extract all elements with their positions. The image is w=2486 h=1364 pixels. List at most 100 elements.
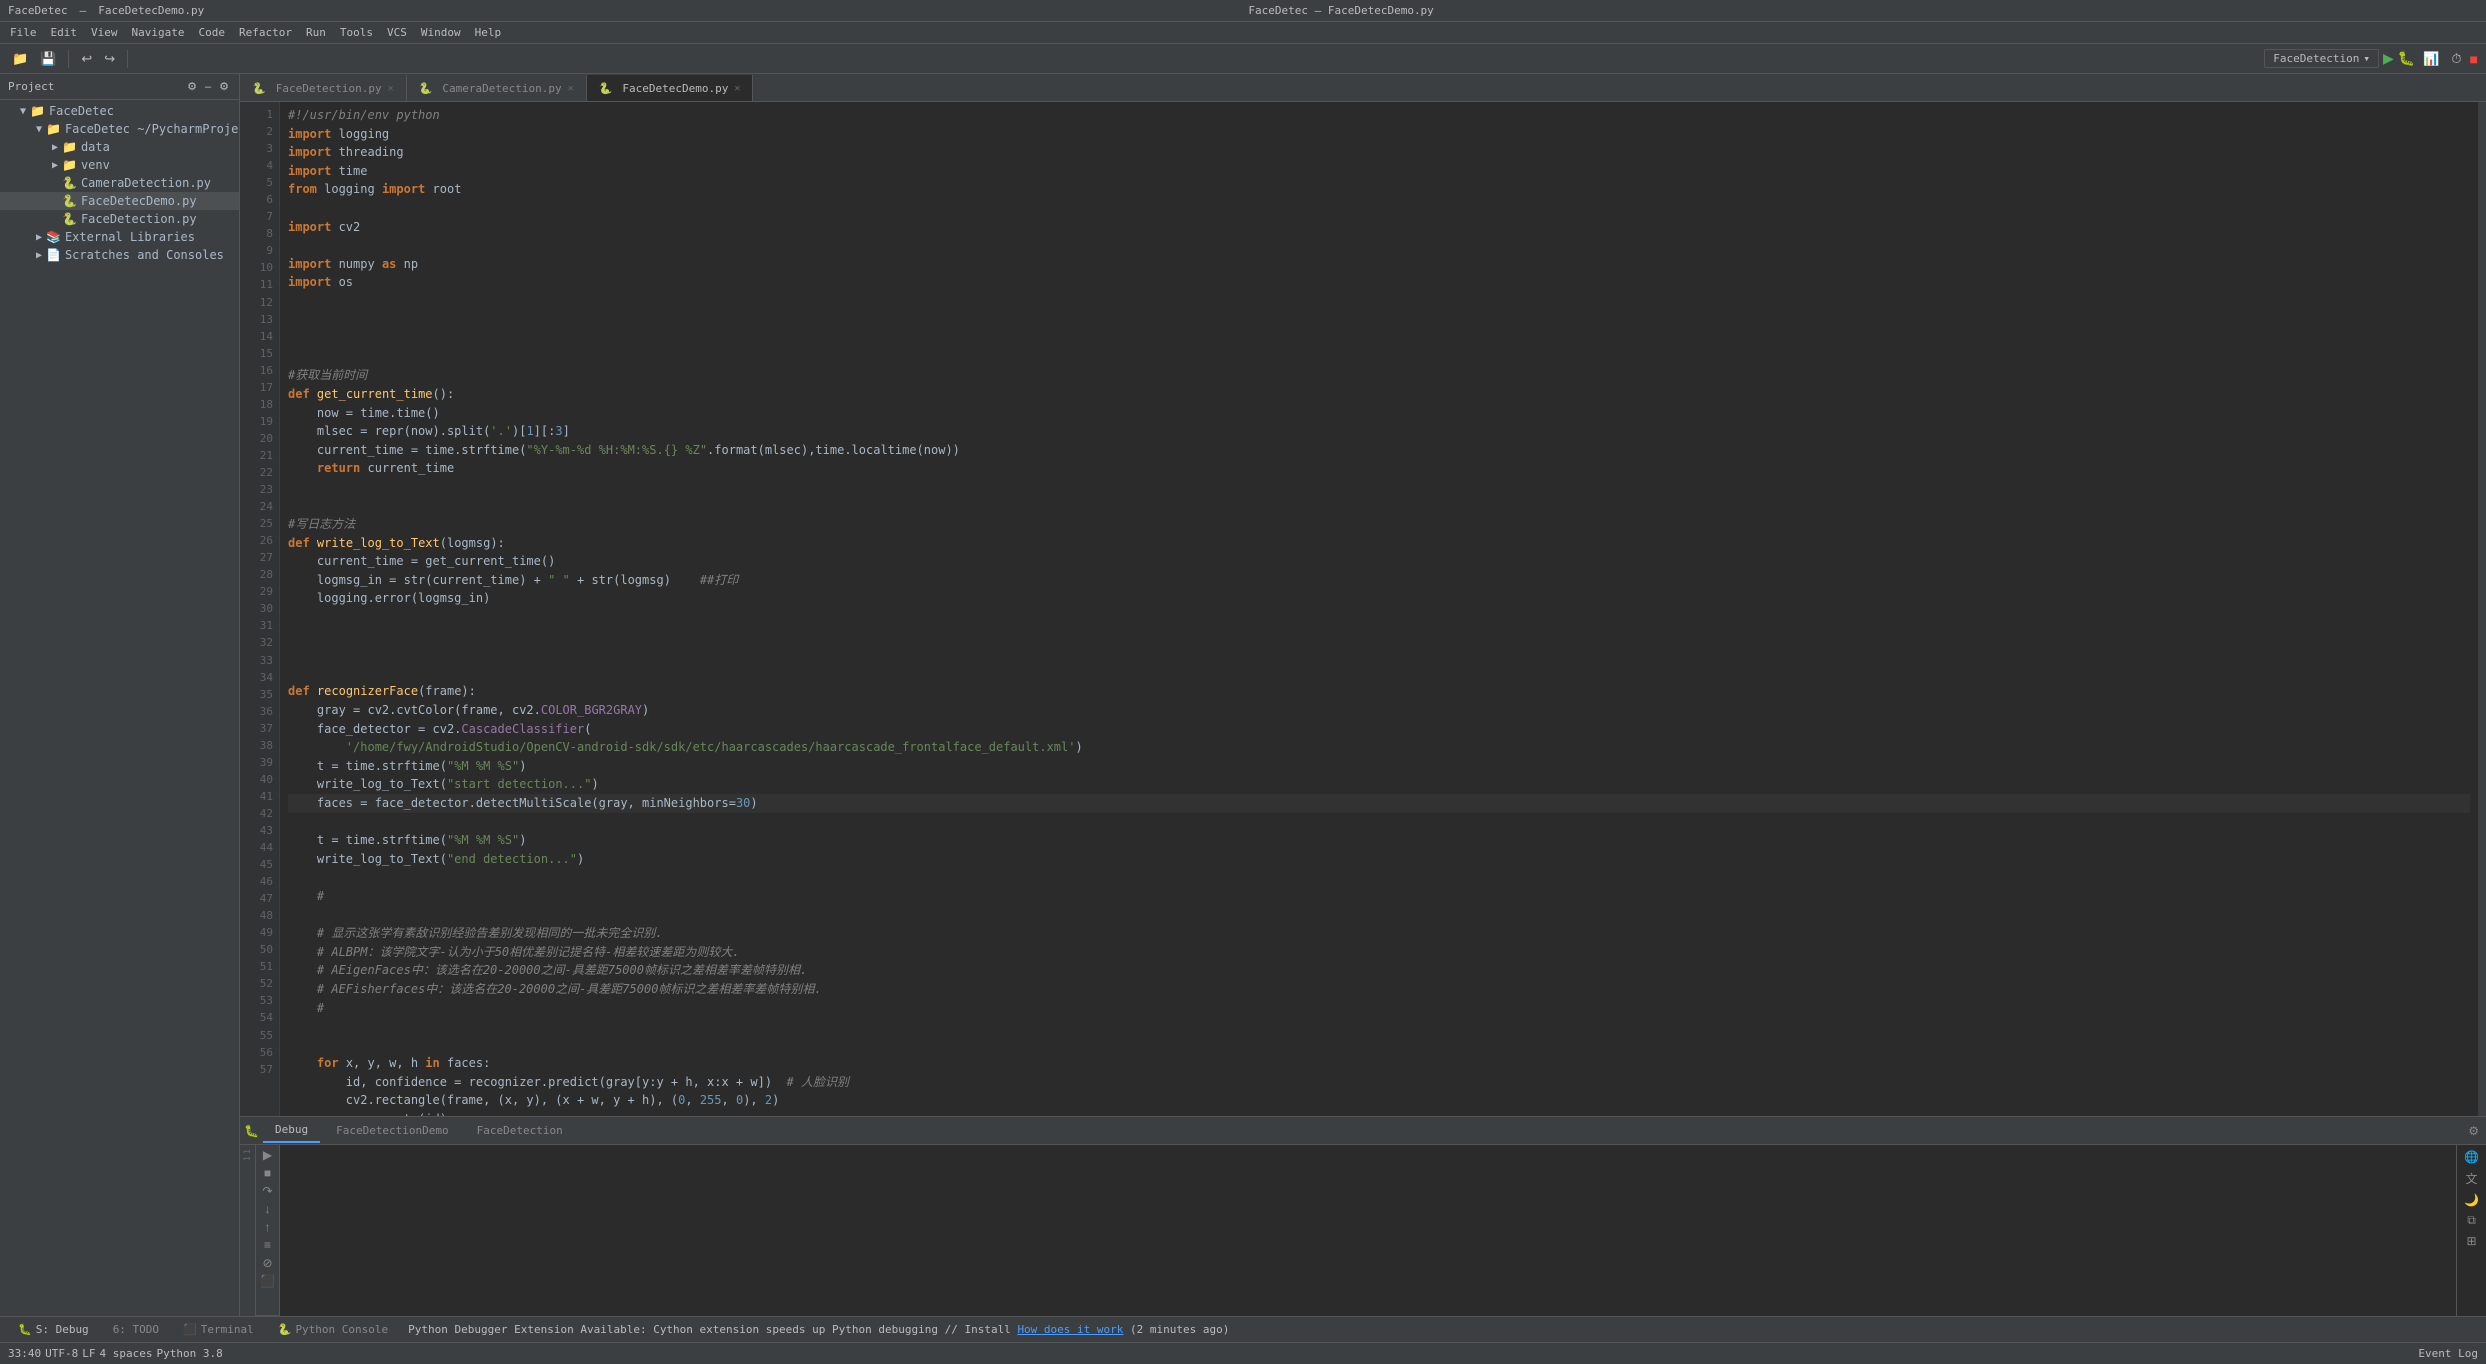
chevron-right-icon: ▶	[48, 142, 62, 153]
menu-window[interactable]: Window	[415, 24, 467, 41]
stop-button[interactable]: ■	[2470, 51, 2478, 67]
bottom-tab-facedetectiondemo[interactable]: FaceDetectionDemo	[324, 1119, 461, 1143]
tab-close-2[interactable]: ✕	[568, 83, 574, 94]
sidebar-item-label-7: FaceDetection.py	[81, 212, 197, 226]
menu-refactor[interactable]: Refactor	[233, 24, 298, 41]
settings-icon[interactable]: ⚙	[2465, 1123, 2482, 1139]
toolbar-separator-2	[127, 50, 128, 68]
bottom-tabs: 🐛 Debug FaceDetectionDemo FaceDetection …	[240, 1117, 2486, 1145]
stop-debug-button[interactable]: ■	[261, 1165, 274, 1181]
runner-tab-todo[interactable]: 6: TODO	[103, 1321, 169, 1338]
status-left: 33:40 UTF-8 LF 4 spaces Python 3.8	[8, 1347, 223, 1360]
save-button[interactable]: 💾	[36, 49, 60, 69]
tab-close-1[interactable]: ✕	[388, 83, 394, 94]
menu-navigate[interactable]: Navigate	[126, 24, 191, 41]
step-over-button[interactable]: ↷	[259, 1183, 275, 1199]
notification-link[interactable]: How does it work	[1017, 1323, 1123, 1336]
scrollbar-right[interactable]	[2478, 102, 2486, 1116]
redo-button[interactable]: ↪	[100, 49, 119, 69]
terminal-icon: ⬛	[183, 1323, 197, 1336]
sidebar-item-facedetecdemo[interactable]: 🐍 FaceDetecDemo.py	[0, 192, 239, 210]
chevron-right-icon-2: ▶	[48, 160, 62, 171]
project-name: FaceDetec	[8, 4, 68, 17]
sidebar-item-venv[interactable]: ▶ 📁 venv	[0, 156, 239, 174]
step-into-button[interactable]: ↓	[262, 1201, 274, 1217]
sidebar-tree: ▼ 📁 FaceDetec ▼ 📁 FaceDetec ~/PycharmPro…	[0, 100, 239, 1316]
bottom-tab-facedetection-session[interactable]: FaceDetection	[465, 1119, 575, 1143]
profile-button[interactable]: ⏱	[2447, 49, 2465, 69]
sidebar-item-external-libraries[interactable]: ▶ 📚 External Libraries	[0, 228, 239, 246]
menu-edit[interactable]: Edit	[45, 24, 84, 41]
status-python[interactable]: Python 3.8	[156, 1347, 222, 1360]
status-encoding[interactable]: UTF-8	[45, 1347, 78, 1360]
run-config-dropdown[interactable]: ▾	[2363, 52, 2370, 65]
menu-run[interactable]: Run	[300, 24, 332, 41]
tab-facedetecdemo[interactable]: 🐍 FaceDetecDemo.py ✕	[587, 75, 754, 101]
status-line-ending[interactable]: LF	[82, 1347, 95, 1360]
sidebar-item-facedetection[interactable]: 🐍 FaceDetection.py	[0, 210, 239, 228]
translate-icon[interactable]: 文	[2463, 1169, 2481, 1188]
sync-button[interactable]: ⚙	[185, 80, 199, 93]
run-button[interactable]: ▶	[2383, 50, 2394, 67]
sidebar-header: Project ⚙ – ⚙	[0, 74, 239, 100]
notification-time: (2 minutes ago)	[1130, 1323, 1229, 1336]
sidebar-item-label-4: venv	[81, 158, 110, 172]
notification-bar: Python Debugger Extension Available: Cyt…	[408, 1323, 1229, 1336]
open-button[interactable]: 📁	[8, 49, 32, 69]
debug-button[interactable]: 🐛	[2398, 50, 2415, 67]
code-content[interactable]: #!/usr/bin/env python import logging imp…	[280, 102, 2478, 1116]
sidebar-item-camera-detection[interactable]: 🐍 CameraDetection.py	[0, 174, 239, 192]
frame-icon[interactable]: 🌐	[2461, 1149, 2482, 1165]
tab-close-3[interactable]: ✕	[734, 83, 740, 94]
current-file-title: FaceDetecDemo.py	[98, 4, 204, 17]
sidebar-item-label: FaceDetec	[49, 104, 114, 118]
view-breakpoints-button[interactable]: ⬛	[257, 1273, 278, 1289]
event-log-label[interactable]: Event Log	[2418, 1347, 2478, 1360]
runner-tab-debug[interactable]: 🐛 S: Debug	[8, 1321, 99, 1338]
coverage-button[interactable]: 📊	[2419, 49, 2443, 69]
status-position[interactable]: 33:40	[8, 1347, 41, 1360]
sidebar-item-scratches[interactable]: ▶ 📄 Scratches and Consoles	[0, 246, 239, 264]
tab-cameradetection[interactable]: 🐍 CameraDetection.py ✕	[407, 75, 587, 101]
menu-help[interactable]: Help	[469, 24, 508, 41]
runner-tab-python-console[interactable]: 🐍 Python Console	[268, 1321, 398, 1338]
resume-button[interactable]: ▶	[260, 1147, 275, 1163]
folder-icon-6: 📄	[46, 248, 61, 262]
menu-code[interactable]: Code	[192, 24, 231, 41]
code-editor: 1234567891011121314151617181920212223242…	[240, 102, 2486, 1116]
title-separator: –	[80, 4, 87, 17]
grid-icon[interactable]: ⊞	[2463, 1233, 2479, 1249]
menu-file[interactable]: File	[4, 24, 43, 41]
menu-vcs[interactable]: VCS	[381, 24, 413, 41]
tab-facedetection[interactable]: 🐍 FaceDetection.py ✕	[240, 75, 407, 101]
bottom-tab-debug[interactable]: Debug	[263, 1119, 320, 1143]
runner-bar: 🐛 S: Debug 6: TODO ⬛ Terminal 🐍 Python C…	[0, 1316, 2486, 1342]
moon-icon[interactable]: 🌙	[2461, 1192, 2482, 1208]
undo-button[interactable]: ↩	[77, 49, 96, 69]
run-configuration[interactable]: FaceDetection ▾	[2264, 49, 2379, 68]
notification-text: Python Debugger Extension Available: Cyt…	[408, 1323, 1011, 1336]
runner-python-label: Python Console	[295, 1323, 388, 1336]
evaluate-button[interactable]: ≡	[261, 1237, 274, 1253]
folder-icon-2: 📁	[46, 122, 61, 136]
tab-label-3: FaceDetecDemo.py	[622, 82, 728, 95]
title-bar: FaceDetec – FaceDetecDemo.py FaceDetec –…	[0, 0, 2486, 22]
mute-button[interactable]: ⊘	[259, 1255, 275, 1271]
collapse-button[interactable]: –	[203, 80, 213, 93]
split-icon[interactable]: ⧉	[2464, 1212, 2479, 1229]
chevron-right-icon-4: ▶	[32, 250, 46, 261]
menu-view[interactable]: View	[85, 24, 124, 41]
sidebar-item-data[interactable]: ▶ 📁 data	[0, 138, 239, 156]
status-bar: 33:40 UTF-8 LF 4 spaces Python 3.8 Event…	[0, 1342, 2486, 1364]
runner-tabs: 🐛 S: Debug 6: TODO ⬛ Terminal 🐍 Python C…	[8, 1321, 398, 1338]
menu-tools[interactable]: Tools	[334, 24, 379, 41]
sidebar-item-facedetec-root[interactable]: ▼ 📁 FaceDetec	[0, 102, 239, 120]
status-indent[interactable]: 4 spaces	[100, 1347, 153, 1360]
settings-button[interactable]: ⚙	[217, 80, 231, 93]
tab-icon-3: 🐍	[599, 82, 613, 95]
bottom-tab-session1-label: FaceDetectionDemo	[336, 1124, 449, 1137]
runner-tab-terminal[interactable]: ⬛ Terminal	[173, 1321, 264, 1338]
step-out-button[interactable]: ↑	[262, 1219, 274, 1235]
sidebar-item-project-folder[interactable]: ▼ 📁 FaceDetec ~/PycharmProjects/FaceDete…	[0, 120, 239, 138]
sidebar-item-label-2: FaceDetec ~/PycharmProjects/FaceDetec	[65, 122, 239, 136]
